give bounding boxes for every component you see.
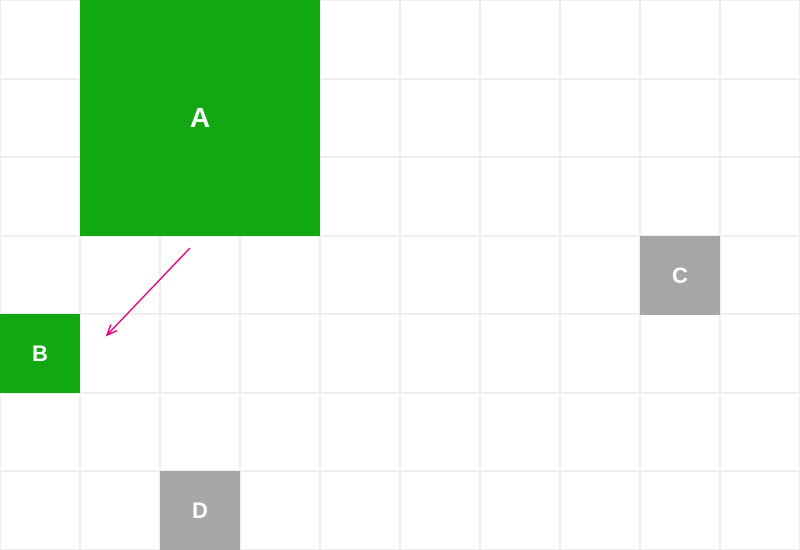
grid-cell (480, 157, 560, 236)
grid-cell (640, 157, 720, 236)
grid-cell (320, 157, 400, 236)
grid-cell (720, 157, 800, 236)
grid-cell (400, 471, 480, 550)
grid-cell (320, 0, 400, 79)
box-d-label: D (192, 498, 208, 524)
grid-cell (400, 79, 480, 158)
box-b: B (0, 314, 80, 393)
grid-cell (560, 0, 640, 79)
grid-cell (400, 314, 480, 393)
grid-cell (80, 236, 160, 315)
grid-cell (160, 314, 240, 393)
grid-cell (400, 157, 480, 236)
grid-cell (0, 236, 80, 315)
grid-cell (240, 236, 320, 315)
grid-cell (480, 236, 560, 315)
grid-cell (400, 236, 480, 315)
grid-cell (480, 314, 560, 393)
grid-cell (560, 79, 640, 158)
grid-cell (80, 314, 160, 393)
grid-cell (480, 471, 560, 550)
box-c-label: C (672, 263, 688, 289)
grid-cell (0, 0, 80, 79)
grid-cell (400, 393, 480, 472)
grid-cell (400, 0, 480, 79)
grid-cell (320, 236, 400, 315)
grid-cell (160, 393, 240, 472)
grid-cell (480, 393, 560, 472)
grid-cell (640, 0, 720, 79)
grid-cell (0, 157, 80, 236)
grid-cell (480, 79, 560, 158)
grid-cell (640, 79, 720, 158)
grid-cell (560, 393, 640, 472)
grid-cell (720, 471, 800, 550)
box-a: A (80, 0, 320, 236)
grid-cell (320, 393, 400, 472)
grid-cell (720, 314, 800, 393)
grid-cell (560, 471, 640, 550)
grid-cell (560, 314, 640, 393)
grid-cell (560, 157, 640, 236)
grid-cell (0, 393, 80, 472)
box-c: C (640, 236, 720, 315)
grid-cell (560, 236, 640, 315)
grid-cell (640, 393, 720, 472)
grid-cell (720, 236, 800, 315)
grid-cell (320, 471, 400, 550)
grid-cell (480, 0, 560, 79)
grid-cell (320, 79, 400, 158)
grid-cell (160, 236, 240, 315)
grid-cell (320, 314, 400, 393)
grid-cell (240, 314, 320, 393)
grid-cell (720, 79, 800, 158)
grid-cell (240, 393, 320, 472)
grid-cell (80, 471, 160, 550)
grid-cell (640, 471, 720, 550)
grid-cell (0, 471, 80, 550)
grid-cell (640, 314, 720, 393)
grid-cell (80, 393, 160, 472)
grid-cell (240, 471, 320, 550)
grid-cell (0, 79, 80, 158)
grid-cell (720, 0, 800, 79)
box-a-label: A (190, 102, 210, 134)
box-d: D (160, 471, 240, 550)
box-b-label: B (32, 341, 48, 367)
grid-cell (720, 393, 800, 472)
